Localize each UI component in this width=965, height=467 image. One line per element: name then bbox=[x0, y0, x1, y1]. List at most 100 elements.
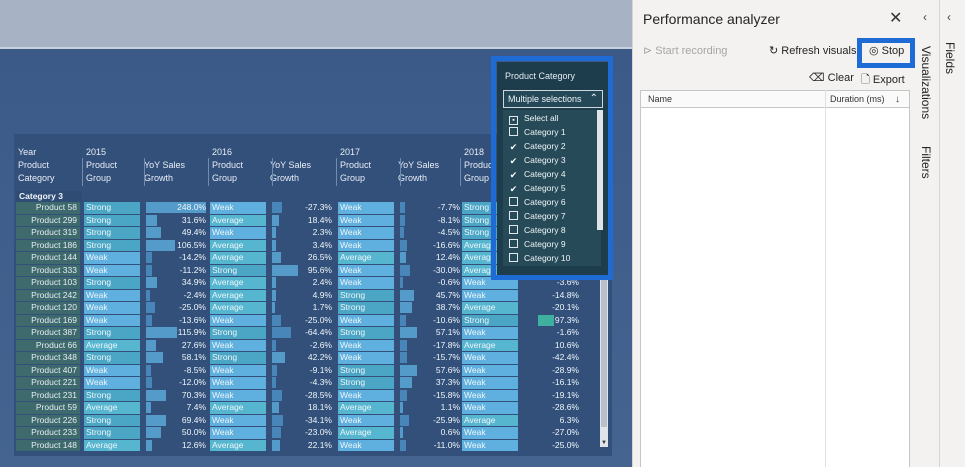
yoy-value: -25.0% bbox=[179, 302, 206, 312]
slicer-option[interactable]: ✔ Category 4 bbox=[509, 167, 566, 181]
group-cell: Average bbox=[210, 439, 266, 451]
yoy-value: 18.4% bbox=[307, 214, 332, 225]
group-cell: Strong bbox=[84, 214, 140, 226]
export-icon: 🗋 bbox=[861, 74, 873, 86]
export-label: Export bbox=[872, 74, 905, 86]
slicer-option[interactable]: ▪ Select all bbox=[509, 111, 559, 125]
export-button[interactable]: 🗋 Export bbox=[861, 71, 905, 90]
yoy-value: -14.2% bbox=[179, 252, 206, 262]
slicer-option[interactable]: Category 8 bbox=[509, 223, 566, 237]
group-cell: Average bbox=[462, 339, 518, 351]
group-cell: Weak bbox=[462, 327, 518, 339]
yoy-value: 42.2% bbox=[307, 352, 332, 362]
checkbox-empty-icon[interactable] bbox=[509, 253, 518, 262]
filters-tab[interactable]: Filters bbox=[919, 146, 933, 179]
chevron-left-icon[interactable]: ‹ bbox=[947, 10, 951, 24]
fields-tab[interactable]: Fields bbox=[943, 42, 957, 74]
yoy-value: -19.1% bbox=[552, 389, 579, 400]
header-divider bbox=[336, 158, 337, 186]
col-duration-header[interactable]: Duration (ms) bbox=[830, 94, 885, 104]
slicer-dropdown[interactable]: Multiple selections ⌃ bbox=[503, 90, 603, 108]
results-table-body bbox=[640, 108, 910, 467]
yoy-value: -11.2% bbox=[179, 264, 206, 275]
yoy-value: -28.9% bbox=[552, 364, 579, 375]
group-cell: Weak bbox=[462, 439, 518, 451]
group-cell: Strong bbox=[338, 327, 394, 339]
col-name-header[interactable]: Name bbox=[648, 94, 672, 104]
group-cell: Weak bbox=[462, 352, 518, 364]
table-row: Product 319 bbox=[16, 227, 80, 239]
checkbox-empty-icon[interactable] bbox=[509, 225, 518, 234]
checkbox-checked-icon[interactable]: ✔ bbox=[509, 185, 518, 195]
slicer-option[interactable]: Category 6 bbox=[509, 195, 566, 209]
slicer-option[interactable]: ✔ Category 3 bbox=[509, 153, 566, 167]
yoy-value: 12.6% bbox=[181, 439, 206, 450]
slicer-option[interactable]: Category 1 bbox=[509, 125, 566, 139]
yoy-value: 27.6% bbox=[181, 339, 206, 350]
clear-button[interactable]: ⌫ Clear bbox=[809, 71, 854, 84]
yoy-value: 3.4% bbox=[312, 239, 332, 250]
yoy-value: 7.4% bbox=[186, 402, 206, 412]
header-divider bbox=[460, 158, 461, 186]
group-cell: Weak bbox=[210, 339, 266, 351]
slicer-option[interactable]: ✔ Category 5 bbox=[509, 181, 566, 195]
yoy-value: 45.7% bbox=[435, 289, 460, 300]
slicer-option[interactable]: ✔ Category 2 bbox=[509, 139, 566, 153]
slicer-title: Product Category bbox=[505, 71, 576, 81]
slicer-option-label: Select all bbox=[524, 113, 559, 123]
header-year: Year bbox=[18, 147, 37, 157]
yoy-value: -0.6% bbox=[437, 277, 460, 287]
group-cell: Weak bbox=[462, 277, 518, 289]
checkbox-empty-icon[interactable] bbox=[509, 211, 518, 220]
table-row: Product 120 bbox=[16, 302, 80, 314]
refresh-visuals-button[interactable]: ↻ Refresh visuals bbox=[769, 44, 856, 57]
yoy-value: -34.1% bbox=[305, 414, 332, 425]
checkbox-empty-icon[interactable] bbox=[509, 239, 518, 248]
checkbox-empty-icon[interactable] bbox=[509, 127, 518, 136]
performance-analyzer-pane: Performance analyzer ✕ ⊳ Start recording… bbox=[632, 0, 917, 467]
chevron-left-icon[interactable]: ‹ bbox=[923, 10, 927, 24]
checkbox-empty-icon[interactable] bbox=[509, 197, 518, 206]
checkbox-checked-icon[interactable]: ✔ bbox=[509, 143, 518, 153]
slicer-option[interactable]: Category 10 bbox=[509, 251, 570, 265]
yoy-value: 97.3% bbox=[554, 314, 579, 325]
scroll-down-icon[interactable]: ▼ bbox=[600, 439, 608, 447]
slicer-option-label: Category 10 bbox=[524, 253, 571, 263]
group-cell: Strong bbox=[84, 389, 140, 401]
slicer-scrollbar[interactable] bbox=[597, 110, 603, 230]
chevron-up-icon: ⌃ bbox=[589, 93, 598, 104]
product-category-slicer[interactable]: Product Category Multiple selections ⌃ ▪ S… bbox=[497, 62, 612, 277]
group-cell: Weak bbox=[338, 352, 394, 364]
yoy-value: 34.9% bbox=[181, 277, 206, 287]
close-icon[interactable]: ✕ bbox=[889, 8, 902, 28]
yoy-value: 6.3% bbox=[559, 414, 579, 425]
slicer-option-label: Category 1 bbox=[524, 127, 566, 137]
yoy-value: -4.5% bbox=[437, 227, 460, 237]
yoy-value: -15.7% bbox=[433, 352, 460, 362]
group-cell: Strong bbox=[84, 327, 140, 339]
group-cell: Strong bbox=[338, 377, 394, 389]
visualizations-tab[interactable]: Visualizations bbox=[919, 46, 933, 119]
checkbox-checked-icon[interactable]: ✔ bbox=[509, 171, 518, 181]
slicer-option[interactable]: Category 7 bbox=[509, 209, 566, 223]
yoy-value: -11.0% bbox=[433, 439, 460, 450]
slicer-option[interactable]: Category 9 bbox=[509, 237, 566, 251]
yoy-value: 49.4% bbox=[181, 227, 206, 237]
table-row: Product 58 bbox=[16, 202, 80, 214]
group-cell: Weak bbox=[462, 289, 518, 301]
checkbox-partial-icon[interactable]: ▪ bbox=[509, 116, 518, 125]
category-row-label: Category 3 bbox=[16, 191, 82, 202]
yoy-value: 38.7% bbox=[435, 302, 460, 312]
group-cell: Weak bbox=[338, 439, 394, 451]
header-divider bbox=[272, 158, 273, 186]
yoy-value: 1.7% bbox=[312, 302, 332, 312]
yoy-value: -7.7% bbox=[437, 202, 460, 212]
table-row: Product 221 bbox=[16, 377, 80, 389]
sort-down-icon[interactable]: ↓ bbox=[895, 94, 900, 105]
checkbox-checked-icon[interactable]: ✔ bbox=[509, 157, 518, 167]
slicer-option-list: ▪ Select all Category 1 ✔ Category 2 ✔ Categor… bbox=[503, 110, 601, 266]
yoy-value: -28.6% bbox=[552, 402, 579, 412]
group-cell: Strong bbox=[210, 264, 266, 276]
yoy-value: 57.1% bbox=[435, 327, 460, 337]
start-recording-button[interactable]: ⊳ Start recording bbox=[643, 44, 727, 57]
